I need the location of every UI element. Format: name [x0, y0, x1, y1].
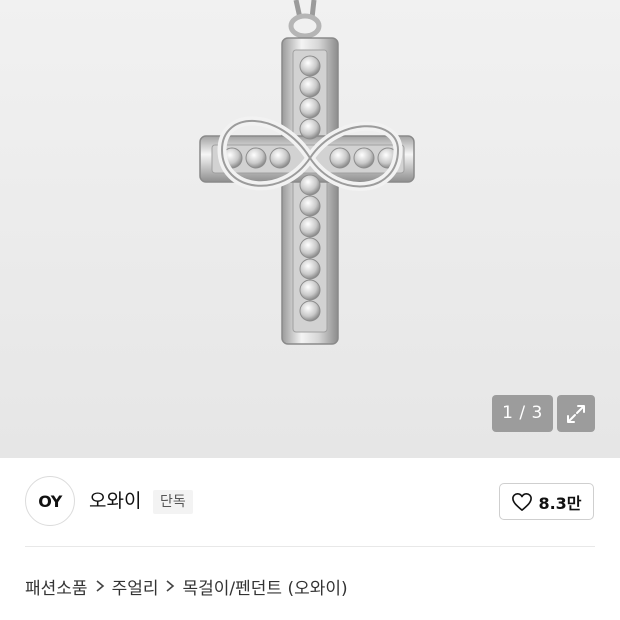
chevron-right-icon: [165, 579, 175, 593]
product-image-gallery[interactable]: 1 / 3: [0, 0, 620, 458]
like-button[interactable]: 8.3만: [499, 483, 594, 520]
cross-pendant-image: [199, 0, 415, 345]
expand-button[interactable]: [557, 395, 595, 432]
like-count: 8.3만: [538, 493, 582, 513]
expand-icon: [567, 405, 585, 423]
heart-outline-icon: [512, 492, 533, 511]
store-logo-text: OY: [38, 491, 62, 511]
image-counter: 1 / 3: [492, 395, 553, 432]
store-name[interactable]: 오와이: [89, 488, 141, 514]
store-logo[interactable]: OY: [25, 476, 75, 526]
breadcrumb-item-necklace[interactable]: 목걸이/펜던트 (오와이): [182, 574, 347, 599]
chevron-right-icon: [95, 579, 105, 593]
breadcrumb-item-fashion-accessories[interactable]: 패션소품: [25, 574, 88, 599]
breadcrumb: 패션소품 주얼리 목걸이/펜던트 (오와이): [25, 572, 348, 600]
divider: [25, 546, 595, 547]
breadcrumb-item-jewelry[interactable]: 주얼리: [112, 574, 159, 599]
exclusive-badge: 단독: [153, 490, 193, 514]
